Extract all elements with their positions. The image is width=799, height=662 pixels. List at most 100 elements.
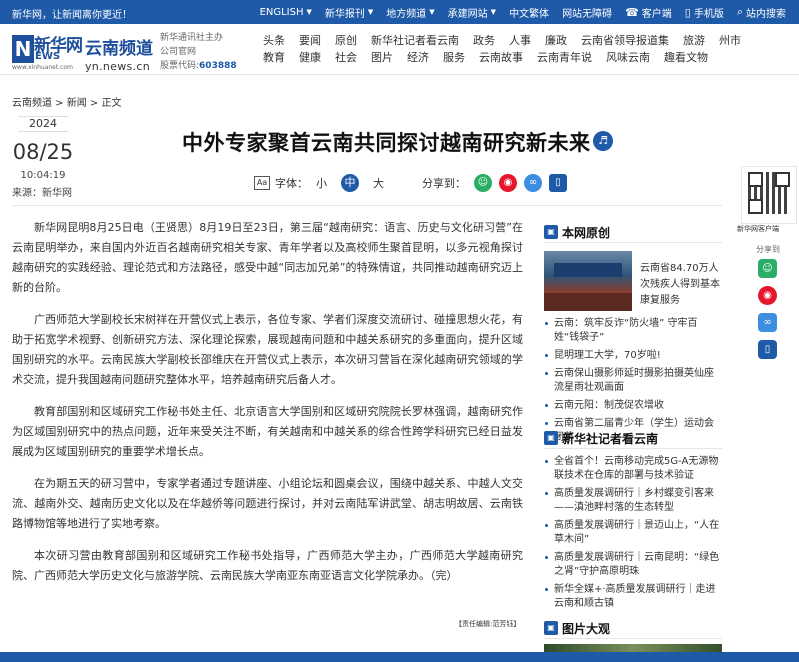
main-nav-item[interactable]: 州市 bbox=[719, 32, 741, 49]
qr-label: 新华网客户端 bbox=[737, 225, 779, 233]
list-item[interactable]: 高质量发展调研行｜景迈山上，“人在草木间” bbox=[544, 519, 722, 547]
top-nav-label: 地方频道 bbox=[386, 8, 427, 20]
logo-url: www.xinhuanet.com bbox=[12, 64, 73, 71]
font-medium-button[interactable]: 中 bbox=[341, 174, 359, 192]
sidebar-pictures-title[interactable]: 图片大观 bbox=[562, 620, 610, 637]
reporter-list: 全省首个！云南移动完成5G-A无源物联技术在仓库的部署与技术验证 高质量发展调研行… bbox=[544, 455, 722, 611]
list-item[interactable]: 云南：筑牢反诈“防火墙” 守牢百姓“钱袋子” bbox=[544, 317, 722, 345]
original-list: 云南：筑牢反诈“防火墙” 守牢百姓“钱袋子” 昆明理工大学，70岁啦! 云南保山摄影… bbox=[544, 317, 722, 445]
article-paragraph: 教育部国别和区域研究工作秘书处主任、北京语言大学国别和区域研究院院长罗林强调，越… bbox=[12, 405, 523, 458]
top-nav-label: 承建网站 bbox=[447, 8, 488, 20]
top-nav-item[interactable]: 网站无障碍 bbox=[562, 5, 612, 20]
list-item[interactable]: 新华全媒+·高质量发展调研行｜走进云南和顺古镇 bbox=[544, 583, 722, 611]
top-nav-label: 手机版 bbox=[693, 8, 724, 20]
main-nav-item[interactable]: 旅游 bbox=[683, 32, 705, 49]
rail-link-icon[interactable]: ∞ bbox=[758, 313, 777, 332]
main-nav-item[interactable]: 服务 bbox=[443, 49, 465, 66]
main-nav-item[interactable]: 政务 bbox=[473, 32, 495, 49]
breadcrumb[interactable]: 云南频道 > 新闻 > 正文 bbox=[12, 94, 121, 109]
phone-icon: ☎ bbox=[625, 5, 639, 19]
list-item[interactable]: 昆明理工大学，70岁啦! bbox=[544, 349, 722, 363]
top-nav-item[interactable]: ☎ 客户端 bbox=[625, 5, 672, 20]
feature-story[interactable]: 云南省84.70万人次残疾人得到基本康复服务 bbox=[544, 251, 722, 311]
section-icon: ▣ bbox=[544, 431, 558, 445]
chevron-down-icon: ▼ bbox=[367, 8, 374, 16]
main-nav-item[interactable]: 风味云南 bbox=[606, 49, 650, 66]
responsible-editor: 【责任编辑:范芳钰】 bbox=[455, 620, 521, 628]
main-nav-item[interactable]: 头条 bbox=[263, 32, 285, 49]
qr-icon bbox=[748, 172, 790, 214]
main-nav-item[interactable]: 教育 bbox=[263, 49, 285, 66]
top-nav-item[interactable]: ▯ 手机版 bbox=[685, 5, 724, 20]
sidebar-reporter-title[interactable]: 新华社记者看云南 bbox=[562, 430, 658, 447]
top-nav-item[interactable]: 承建网站 ▼ bbox=[448, 5, 496, 20]
top-nav-item[interactable]: ⌕ 站内搜索 bbox=[737, 5, 786, 20]
xinhua-logo[interactable]: N 新华网 EWS www.xinhuanet.com bbox=[12, 29, 83, 71]
font-size-icon: Aa bbox=[254, 176, 270, 190]
font-label: 字体： bbox=[275, 177, 308, 190]
top-nav-label: 新华报刊 bbox=[324, 8, 365, 20]
article-body: 新华网昆明8月25日电（王贤思）8月19日至23日，第三届“越南研究：语言、历史… bbox=[12, 218, 523, 598]
title-divider bbox=[12, 205, 722, 206]
feature-text[interactable]: 云南省84.70万人次残疾人得到基本康复服务 bbox=[640, 261, 722, 311]
article-paragraph: 广西师范大学副校长宋树祥在开营仪式上表示，各位专家、学者们深度交流研讨、碰撞思想… bbox=[12, 313, 523, 386]
article-title: 中外专家聚首云南共同探讨越南研究新未来 bbox=[182, 131, 591, 155]
rail-wechat-icon[interactable]: ☺ bbox=[758, 259, 777, 278]
rail-share-label: 分享到 bbox=[756, 245, 780, 254]
main-nav-item[interactable]: 新华社记者看云南 bbox=[371, 32, 459, 49]
font-small-button[interactable]: 小 bbox=[316, 175, 327, 191]
weibo-share-icon[interactable]: ◉ bbox=[499, 174, 517, 192]
section-icon: ▣ bbox=[544, 621, 558, 635]
list-item[interactable]: 全省首个！云南移动完成5G-A无源物联技术在仓库的部署与技术验证 bbox=[544, 455, 722, 483]
list-item[interactable]: 云南元阳：制茂促农增收 bbox=[544, 399, 722, 413]
top-nav-label: 客户端 bbox=[641, 8, 672, 20]
wechat-share-icon[interactable]: ☺ bbox=[474, 174, 492, 192]
top-nav-item[interactable]: 新华报刊 ▼ bbox=[325, 5, 373, 20]
rail-weibo-icon[interactable]: ◉ bbox=[758, 286, 777, 305]
speaker-icon[interactable]: ♬ bbox=[593, 131, 613, 151]
site-header: N 新华网 EWS www.xinhuanet.com 云南频道 yn.news… bbox=[0, 24, 799, 75]
list-item[interactable]: 高质量发展调研行｜乡村蝶变引客来——滇池畔村落的生态转型 bbox=[544, 487, 722, 515]
top-nav-label: 中文繁体 bbox=[509, 8, 550, 20]
main-nav-item[interactable]: 要闻 bbox=[299, 32, 321, 49]
chevron-down-icon: ▼ bbox=[306, 8, 312, 16]
list-item[interactable]: 云南保山摄影师延时摄影拍摄英仙座流星雨壮观画面 bbox=[544, 367, 722, 395]
main-nav-item[interactable]: 人事 bbox=[509, 32, 531, 49]
stock-code: 603888 bbox=[199, 61, 237, 71]
main-nav-item[interactable]: 社会 bbox=[335, 49, 357, 66]
article-paragraph: 在为期五天的研习营中，专家学者通过专题讲座、小组论坛和圆桌会议，围绕中越关系、中… bbox=[12, 477, 523, 530]
search-icon: ⌕ bbox=[736, 5, 743, 18]
publish-year: 2024 bbox=[18, 116, 68, 132]
publish-time: 10:04:19 bbox=[20, 170, 66, 181]
main-nav-item[interactable]: 云南青年说 bbox=[537, 49, 592, 66]
main-nav-item[interactable]: 健康 bbox=[299, 49, 321, 66]
channel-url: yn.news.cn bbox=[85, 60, 150, 73]
corp-line2[interactable]: 公司官网 bbox=[160, 45, 237, 59]
chevron-down-icon: ▼ bbox=[429, 8, 435, 16]
font-large-button[interactable]: 大 bbox=[373, 175, 384, 191]
feature-image[interactable] bbox=[544, 251, 632, 311]
main-nav-item[interactable]: 原创 bbox=[335, 32, 357, 49]
rail-mobile-icon[interactable]: ▯ bbox=[758, 340, 777, 359]
top-nav-item[interactable]: 地方频道 ▼ bbox=[386, 5, 434, 20]
top-nav-item[interactable]: 中文繁体 bbox=[509, 5, 549, 20]
sidebar-original-title[interactable]: 本网原创 bbox=[562, 224, 610, 241]
corp-info: 新华通讯社主办 公司官网 股票代码:603888 bbox=[160, 31, 237, 73]
list-item[interactable]: 高质量发展调研行｜云南昆明：“绿色之肾”守护高原明珠 bbox=[544, 551, 722, 579]
main-nav-item[interactable]: 图片 bbox=[371, 49, 393, 66]
corp-line1: 新华通讯社主办 bbox=[160, 33, 224, 43]
publish-date: 2024 08/25 10:04:19 bbox=[12, 116, 74, 181]
site-slogan: 新华网，让新闻离你更近！ bbox=[12, 10, 132, 21]
top-nav-item[interactable]: ENGLISH ▼ bbox=[260, 7, 312, 18]
main-nav-item[interactable]: 云南故事 bbox=[479, 49, 523, 66]
main-nav-item[interactable]: 云南省领导报道集 bbox=[581, 32, 669, 49]
mobile-share-icon[interactable]: ▯ bbox=[549, 174, 567, 192]
channel-logo[interactable]: 云南频道 yn.news.cn bbox=[85, 34, 153, 73]
main-nav-row-1: 头条 要闻 原创 新华社记者看云南 政务 人事 廉政 云南省领导报道集 旅游 州市 bbox=[263, 32, 741, 49]
share-label: 分享到： bbox=[422, 177, 466, 190]
copy-link-icon[interactable]: ∞ bbox=[524, 174, 542, 192]
main-nav-item[interactable]: 经济 bbox=[407, 49, 429, 66]
main-nav-item[interactable]: 趣看文物 bbox=[664, 49, 708, 66]
main-nav-item[interactable]: 廉政 bbox=[545, 32, 567, 49]
main-nav: 头条 要闻 原创 新华社记者看云南 政务 人事 廉政 云南省领导报道集 旅游 州市 教育 健康 社会图… bbox=[263, 32, 741, 66]
